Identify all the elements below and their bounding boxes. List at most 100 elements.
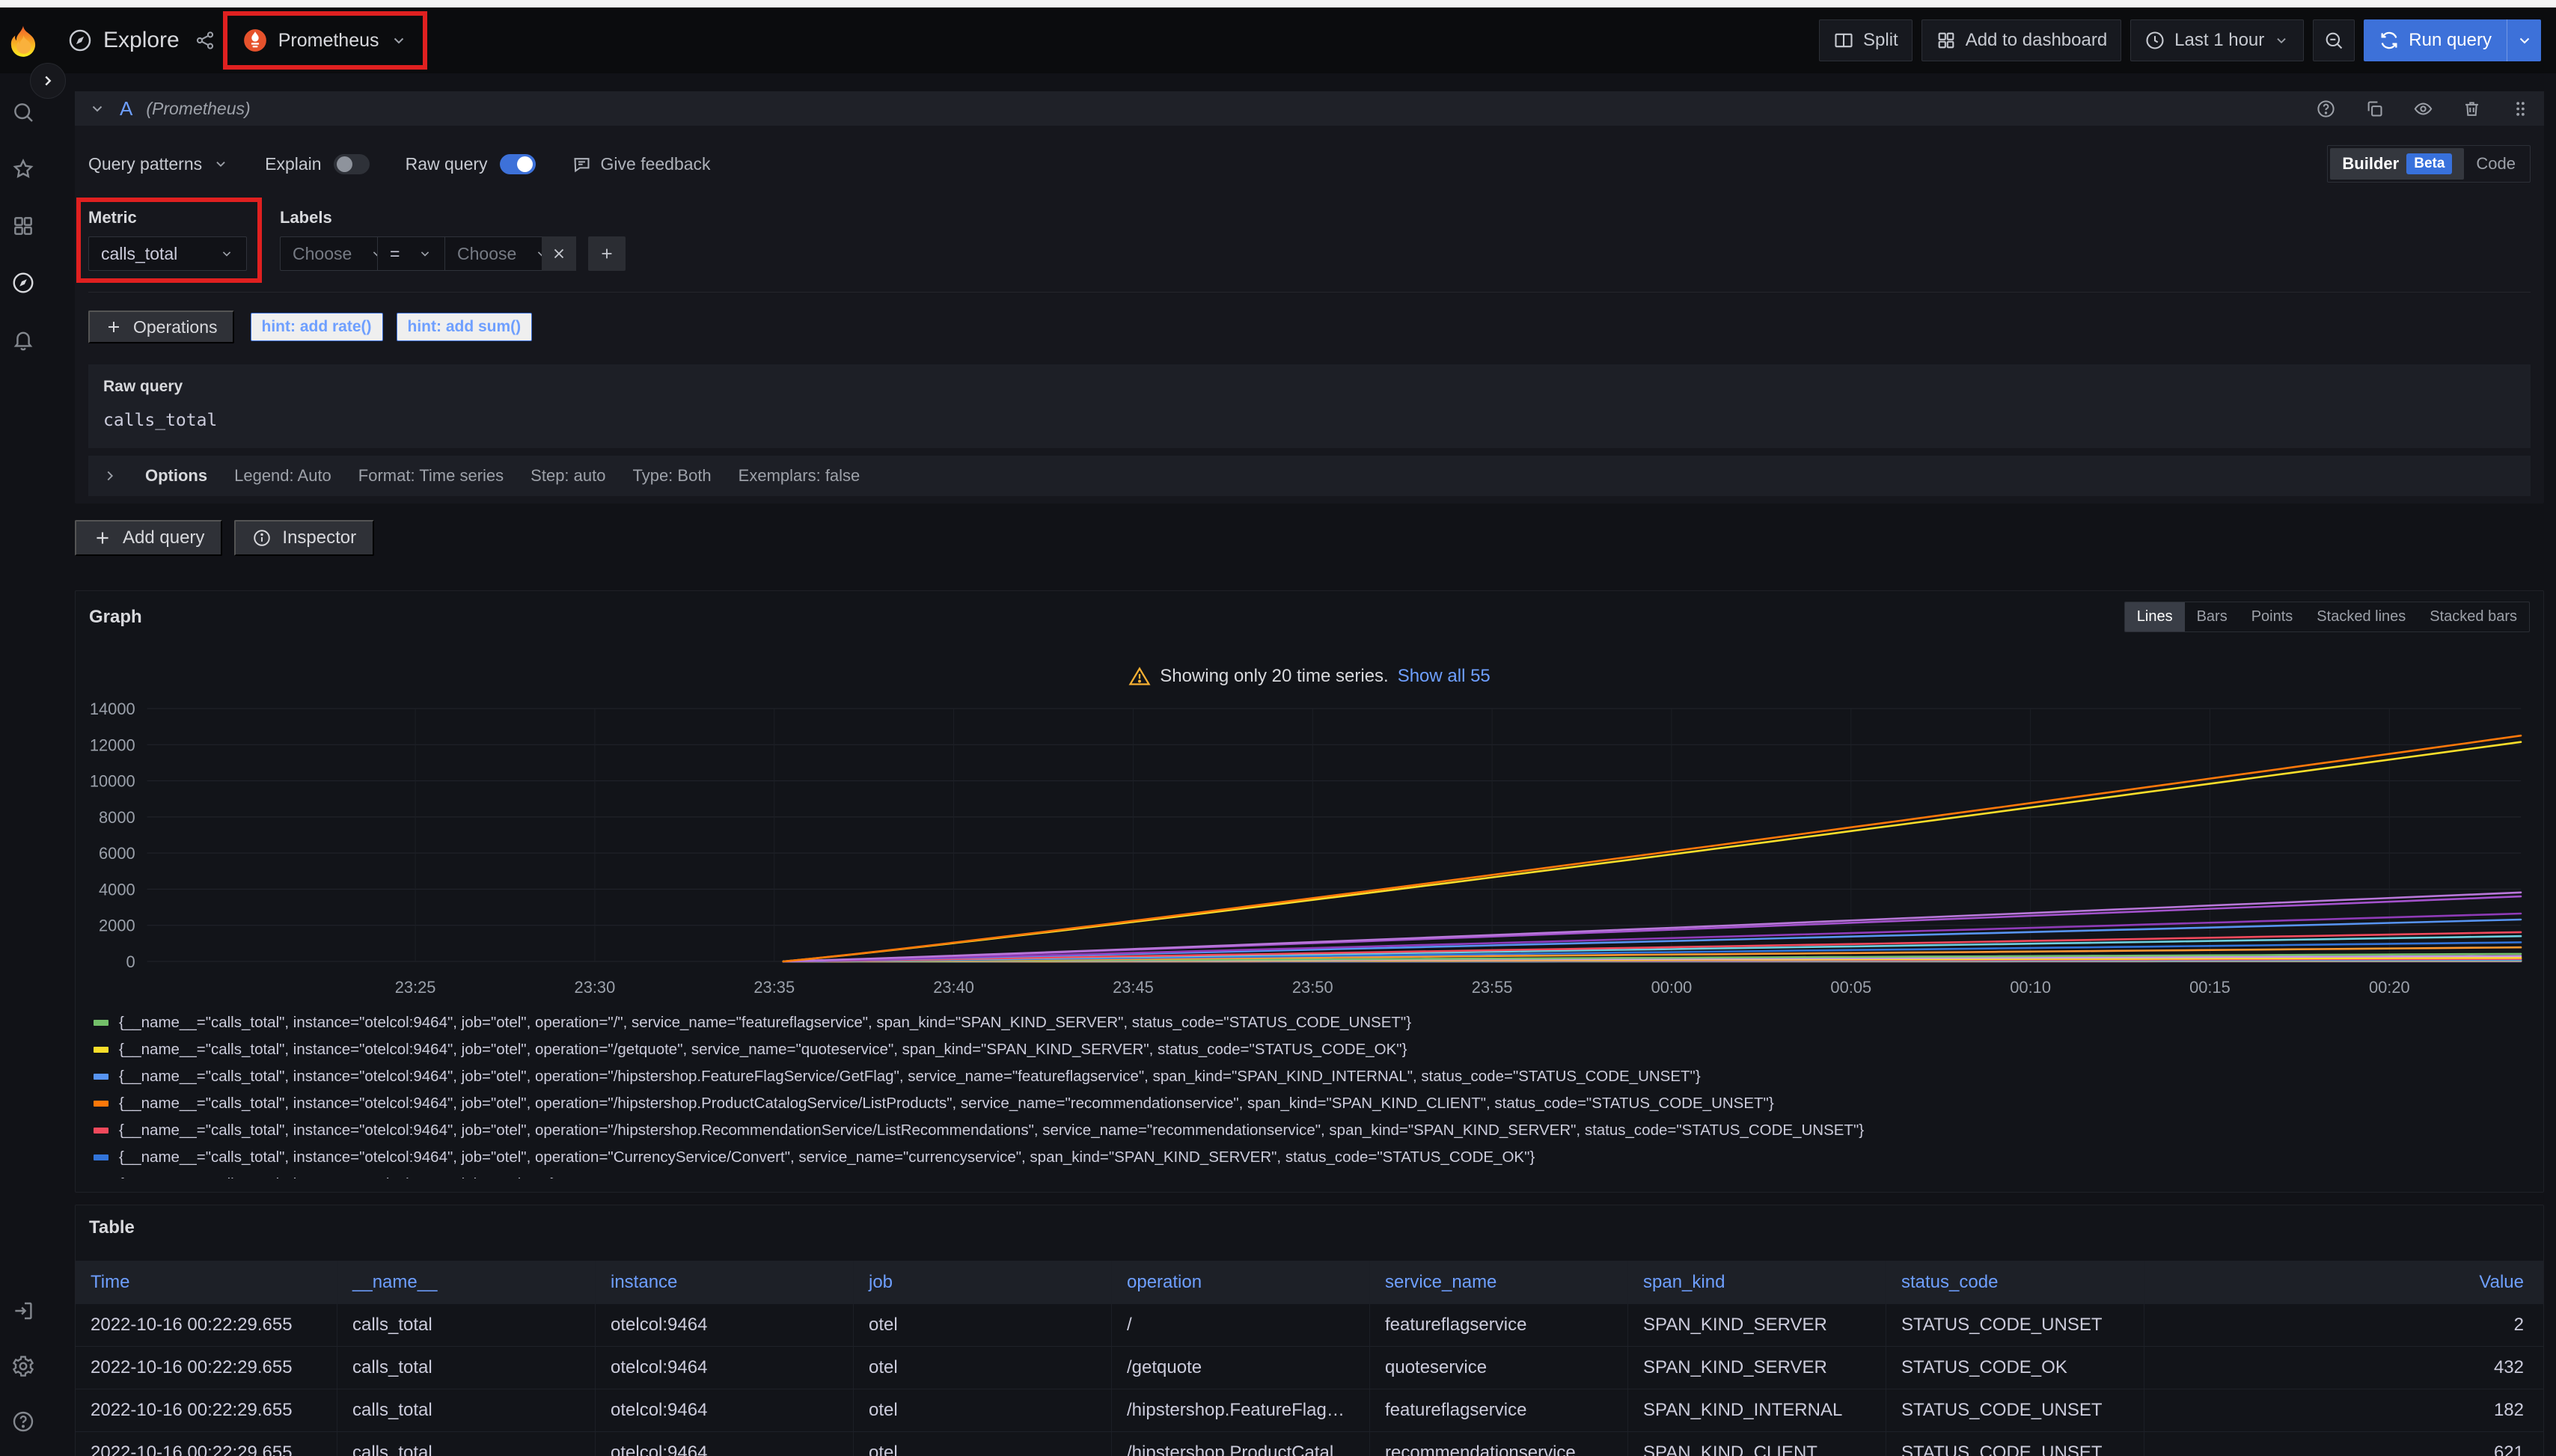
table-column-header-name[interactable]: __name__: [337, 1261, 596, 1304]
table-column-header-value[interactable]: Value: [2144, 1261, 2543, 1304]
sidebar-item-sign-in sign-in-icon[interactable]: [11, 1299, 35, 1323]
grip-icon[interactable]: [2510, 99, 2531, 119]
sidebar-item-help help-icon[interactable]: [11, 1410, 35, 1434]
label-operator-select[interactable]: =: [377, 236, 444, 271]
option-summary-item: Legend: Auto: [234, 466, 331, 486]
sidebar-item-explore explore-icon[interactable]: [11, 271, 35, 295]
table-cell: otelcol:9464: [596, 1347, 854, 1389]
options-toggle[interactable]: Options: [145, 466, 207, 486]
table-column-header-operation[interactable]: operation: [1112, 1261, 1370, 1304]
time-range-picker[interactable]: Last 1 hour: [2130, 19, 2304, 61]
graph-mode-buttons: LinesBarsPointsStacked linesStacked bars: [2124, 602, 2530, 632]
legend-item[interactable]: {__name__="calls_total", instance="otelc…: [94, 1063, 2530, 1090]
legend-item[interactable]: {__name__="calls_total", instance="otelc…: [94, 1090, 2530, 1117]
eye-icon[interactable]: [2413, 99, 2433, 119]
sidebar-item-settings settings-icon[interactable]: [11, 1354, 35, 1378]
time-series-chart[interactable]: 0200040006000800010000120001400023:2523:…: [89, 698, 2530, 1006]
copy-icon[interactable]: [2364, 99, 2385, 119]
svg-text:10000: 10000: [90, 772, 135, 791]
legend-item[interactable]: {__name__="calls_total", instance="otelc…: [94, 1036, 2530, 1063]
legend-item[interactable]: {__name__="calls_total", instance="otelc…: [94, 1171, 2530, 1178]
sidebar-item-apps apps-icon[interactable]: [11, 214, 35, 238]
sidebar-item-bell bell-icon[interactable]: [11, 328, 35, 352]
add-to-dashboard-button[interactable]: Add to dashboard: [1921, 19, 2121, 61]
legend-item[interactable]: {__name__="calls_total", instance="otelc…: [94, 1144, 2530, 1171]
table-cell: STATUS_CODE_UNSET: [1886, 1432, 2144, 1456]
table-body: 2022-10-16 00:22:29.655calls_totalotelco…: [76, 1304, 2543, 1456]
table-cell: calls_total: [337, 1347, 596, 1389]
prometheus-icon: [242, 28, 268, 53]
run-query-button[interactable]: Run query: [2364, 19, 2541, 61]
sidebar-item-search search-icon[interactable]: [11, 100, 35, 124]
table-cell: STATUS_CODE_UNSET: [1886, 1389, 2144, 1431]
table-row: 2022-10-16 00:22:29.655calls_totalotelco…: [76, 1304, 2543, 1347]
share-icon[interactable]: [195, 30, 215, 51]
operations-button[interactable]: Operations: [88, 311, 234, 343]
run-query-dropdown[interactable]: [2507, 19, 2541, 61]
table-column-header-spankind[interactable]: span_kind: [1628, 1261, 1886, 1304]
give-feedback-link[interactable]: Give feedback: [572, 154, 711, 174]
graph-mode-stacked-lines[interactable]: Stacked lines: [2305, 602, 2418, 631]
table-cell: otelcol:9464: [596, 1304, 854, 1346]
option-summary-item: Format: Time series: [358, 466, 504, 486]
table-column-header-job[interactable]: job: [854, 1261, 1112, 1304]
graph-mode-stacked-bars[interactable]: Stacked bars: [2418, 602, 2529, 631]
split-button[interactable]: Split: [1819, 19, 1913, 61]
table-panel: Table Time__name__instancejoboperationse…: [75, 1205, 2544, 1456]
chevron-right-icon[interactable]: [102, 468, 118, 484]
remove-label-filter-button[interactable]: [542, 236, 576, 271]
graph-mode-points[interactable]: Points: [2239, 602, 2305, 631]
table-column-header-time[interactable]: Time: [76, 1261, 337, 1304]
legend-item[interactable]: {__name__="calls_total", instance="otelc…: [94, 1009, 2530, 1036]
svg-text:23:45: 23:45: [1113, 978, 1154, 997]
metric-select[interactable]: calls_total: [88, 236, 247, 271]
sidebar-item-star star-icon[interactable]: [11, 157, 35, 181]
table-column-header-servicename[interactable]: service_name: [1370, 1261, 1628, 1304]
show-all-series-link[interactable]: Show all 55: [1398, 666, 1491, 687]
add-label-filter-button[interactable]: [588, 236, 626, 271]
sidebar: [0, 73, 46, 1456]
add-query-button[interactable]: Add query: [75, 520, 222, 556]
comment-icon: [572, 154, 592, 174]
query-row-header[interactable]: A (Prometheus): [75, 91, 2544, 126]
query-patterns-dropdown[interactable]: Query patterns: [88, 154, 229, 174]
metric-field: Metric calls_total: [88, 208, 247, 271]
table-cell: otel: [854, 1304, 1112, 1346]
graph-mode-lines[interactable]: Lines: [2125, 602, 2185, 631]
table-cell: otelcol:9464: [596, 1432, 854, 1456]
table-column-header-statuscode[interactable]: status_code: [1886, 1261, 2144, 1304]
legend-item[interactable]: {__name__="calls_total", instance="otelc…: [94, 1117, 2530, 1144]
table-cell: otel: [854, 1347, 1112, 1389]
query-hint-button-0[interactable]: hint: add rate(): [251, 313, 383, 341]
sidebar-expand-button[interactable]: [30, 63, 66, 99]
options-summary: Legend: AutoFormat: Time seriesStep: aut…: [234, 466, 860, 486]
grafana-logo[interactable]: [0, 23, 46, 58]
metric-label: Metric: [88, 208, 247, 227]
label-key-select[interactable]: Choose: [280, 236, 377, 271]
query-hint-button-1[interactable]: hint: add sum(): [397, 313, 533, 341]
trash-icon[interactable]: [2462, 99, 2482, 119]
inspector-button[interactable]: Inspector: [234, 520, 374, 556]
collapse-chevron-icon[interactable]: [88, 100, 106, 117]
table-column-header-instance[interactable]: instance: [596, 1261, 854, 1304]
table-cell: STATUS_CODE_OK: [1886, 1347, 2144, 1389]
svg-text:8000: 8000: [99, 808, 135, 827]
svg-text:0: 0: [126, 952, 135, 971]
explain-toggle[interactable]: [334, 154, 370, 174]
table-row: 2022-10-16 00:22:29.655calls_totalotelco…: [76, 1389, 2543, 1432]
builder-tab[interactable]: Builder Beta: [2330, 148, 2464, 180]
table-row: 2022-10-16 00:22:29.655calls_totalotelco…: [76, 1432, 2543, 1456]
label-value-select[interactable]: Choose: [444, 236, 542, 271]
datasource-picker[interactable]: Prometheus: [230, 17, 420, 64]
sync-icon: [2379, 30, 2400, 51]
table-cell: /: [1112, 1304, 1370, 1346]
table-cell: SPAN_KIND_CLIENT: [1628, 1432, 1886, 1456]
help-circle-icon[interactable]: [2316, 99, 2336, 119]
graph-mode-bars[interactable]: Bars: [2185, 602, 2239, 631]
table-cell: featureflagservice: [1370, 1389, 1628, 1431]
code-tab[interactable]: Code: [2464, 149, 2528, 179]
zoom-out-button[interactable]: [2313, 19, 2355, 61]
raw-query-toggle[interactable]: [500, 154, 536, 174]
svg-text:00:05: 00:05: [1830, 978, 1871, 997]
legend-swatch: [94, 1154, 108, 1160]
